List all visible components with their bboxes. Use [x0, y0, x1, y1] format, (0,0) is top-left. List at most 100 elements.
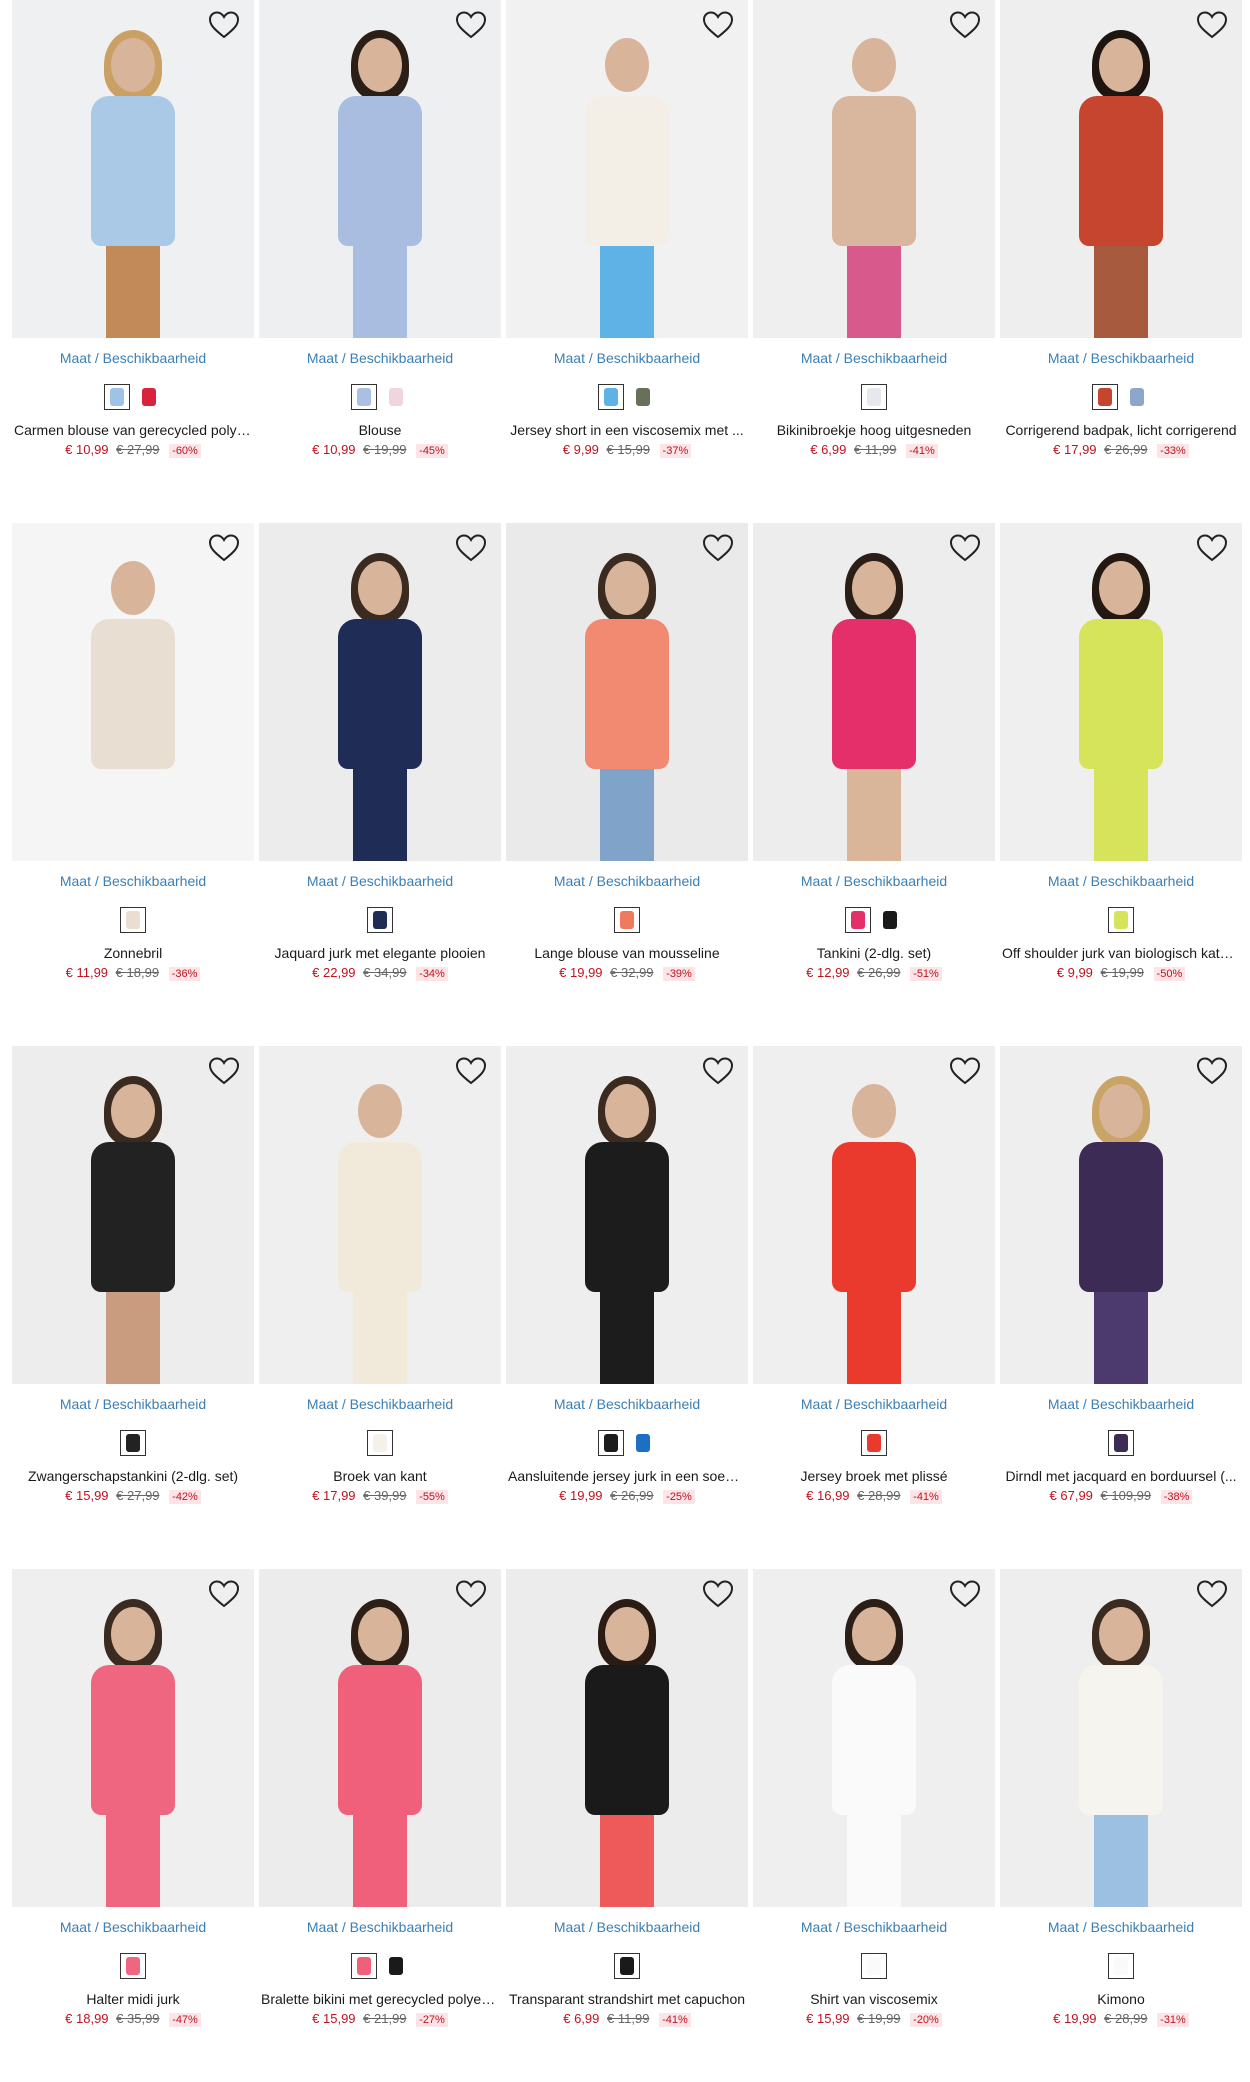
- product-image[interactable]: [12, 1569, 254, 1907]
- product-image[interactable]: [12, 0, 254, 338]
- product-image[interactable]: [259, 0, 501, 338]
- product-image[interactable]: [259, 1046, 501, 1384]
- heart-outline-icon[interactable]: [455, 1579, 487, 1609]
- product-image[interactable]: [506, 1046, 748, 1384]
- color-swatch[interactable]: [136, 384, 162, 410]
- color-swatch[interactable]: [630, 384, 656, 410]
- product-name[interactable]: Bikinibroekje hoog uitgesneden: [753, 422, 995, 438]
- product-card[interactable]: Maat / Beschikbaarheid Jersey short in e…: [506, 0, 748, 458]
- product-name[interactable]: Bralette bikini met gerecycled polyester: [259, 1991, 501, 2007]
- color-swatch[interactable]: [614, 907, 640, 933]
- product-name[interactable]: Blouse: [259, 422, 501, 438]
- color-swatch[interactable]: [383, 1953, 409, 1979]
- heart-outline-icon[interactable]: [702, 1056, 734, 1086]
- size-availability-link[interactable]: Maat / Beschikbaarheid: [12, 1396, 254, 1412]
- size-availability-link[interactable]: Maat / Beschikbaarheid: [506, 350, 748, 366]
- product-card[interactable]: Maat / Beschikbaarheid Bikinibroekje hoo…: [753, 0, 995, 458]
- product-card[interactable]: Maat / Beschikbaarheid Kimono € 19,99 € …: [1000, 1569, 1242, 2027]
- size-availability-link[interactable]: Maat / Beschikbaarheid: [506, 1396, 748, 1412]
- heart-outline-icon[interactable]: [208, 10, 240, 40]
- heart-outline-icon[interactable]: [949, 10, 981, 40]
- heart-outline-icon[interactable]: [949, 533, 981, 563]
- color-swatch[interactable]: [367, 1430, 393, 1456]
- heart-outline-icon[interactable]: [208, 1056, 240, 1086]
- product-image[interactable]: [506, 523, 748, 861]
- product-image[interactable]: [1000, 523, 1242, 861]
- color-swatch[interactable]: [877, 907, 903, 933]
- color-swatch[interactable]: [120, 1953, 146, 1979]
- product-card[interactable]: Maat / Beschikbaarheid Off shoulder jurk…: [1000, 523, 1242, 981]
- product-name[interactable]: Jersey broek met plissé: [753, 1468, 995, 1484]
- product-name[interactable]: Tankini (2-dlg. set): [753, 945, 995, 961]
- size-availability-link[interactable]: Maat / Beschikbaarheid: [1000, 1396, 1242, 1412]
- size-availability-link[interactable]: Maat / Beschikbaarheid: [259, 1396, 501, 1412]
- product-card[interactable]: Maat / Beschikbaarheid Jaquard jurk met …: [259, 523, 501, 981]
- size-availability-link[interactable]: Maat / Beschikbaarheid: [506, 1919, 748, 1935]
- heart-outline-icon[interactable]: [1196, 1579, 1228, 1609]
- size-availability-link[interactable]: Maat / Beschikbaarheid: [506, 873, 748, 889]
- size-availability-link[interactable]: Maat / Beschikbaarheid: [12, 1919, 254, 1935]
- product-name[interactable]: Transparant strandshirt met capuchon: [506, 1991, 748, 2007]
- size-availability-link[interactable]: Maat / Beschikbaarheid: [753, 1919, 995, 1935]
- color-swatch[interactable]: [120, 1430, 146, 1456]
- product-card[interactable]: Maat / Beschikbaarheid Aansluitende jers…: [506, 1046, 748, 1504]
- color-swatch[interactable]: [383, 384, 409, 410]
- heart-outline-icon[interactable]: [702, 533, 734, 563]
- product-card[interactable]: Maat / Beschikbaarheid Halter midi jurk …: [12, 1569, 254, 2027]
- color-swatch[interactable]: [861, 1430, 887, 1456]
- product-name[interactable]: Jersey short in een viscosemix met ...: [506, 422, 748, 438]
- product-name[interactable]: Aansluitende jersey jurk in een soepele …: [506, 1468, 748, 1484]
- product-card[interactable]: Maat / Beschikbaarheid Transparant stran…: [506, 1569, 748, 2027]
- product-name[interactable]: Off shoulder jurk van biologisch katoen: [1000, 945, 1242, 961]
- product-card[interactable]: Maat / Beschikbaarheid Jersey broek met …: [753, 1046, 995, 1504]
- color-swatch[interactable]: [1108, 1953, 1134, 1979]
- heart-outline-icon[interactable]: [455, 1056, 487, 1086]
- color-swatch[interactable]: [861, 384, 887, 410]
- product-name[interactable]: Zonnebril: [12, 945, 254, 961]
- color-swatch[interactable]: [104, 384, 130, 410]
- product-name[interactable]: Jaquard jurk met elegante plooien: [259, 945, 501, 961]
- product-card[interactable]: Maat / Beschikbaarheid Corrigerend badpa…: [1000, 0, 1242, 458]
- heart-outline-icon[interactable]: [208, 1579, 240, 1609]
- heart-outline-icon[interactable]: [1196, 1056, 1228, 1086]
- heart-outline-icon[interactable]: [455, 10, 487, 40]
- size-availability-link[interactable]: Maat / Beschikbaarheid: [1000, 1919, 1242, 1935]
- size-availability-link[interactable]: Maat / Beschikbaarheid: [753, 1396, 995, 1412]
- product-image[interactable]: [1000, 1569, 1242, 1907]
- product-image[interactable]: [753, 523, 995, 861]
- product-name[interactable]: Lange blouse van mousseline: [506, 945, 748, 961]
- color-swatch[interactable]: [1108, 1430, 1134, 1456]
- color-swatch[interactable]: [1108, 907, 1134, 933]
- product-image[interactable]: [12, 1046, 254, 1384]
- product-name[interactable]: Zwangerschapstankini (2-dlg. set): [12, 1468, 254, 1484]
- product-name[interactable]: Corrigerend badpak, licht corrigerend: [1000, 422, 1242, 438]
- product-card[interactable]: Maat / Beschikbaarheid Broek van kant € …: [259, 1046, 501, 1504]
- color-swatch[interactable]: [845, 907, 871, 933]
- product-image[interactable]: [753, 1046, 995, 1384]
- size-availability-link[interactable]: Maat / Beschikbaarheid: [12, 873, 254, 889]
- color-swatch[interactable]: [1092, 384, 1118, 410]
- color-swatch[interactable]: [367, 907, 393, 933]
- size-availability-link[interactable]: Maat / Beschikbaarheid: [1000, 873, 1242, 889]
- product-name[interactable]: Kimono: [1000, 1991, 1242, 2007]
- heart-outline-icon[interactable]: [949, 1579, 981, 1609]
- heart-outline-icon[interactable]: [1196, 10, 1228, 40]
- heart-outline-icon[interactable]: [1196, 533, 1228, 563]
- color-swatch[interactable]: [598, 384, 624, 410]
- product-image[interactable]: [259, 523, 501, 861]
- size-availability-link[interactable]: Maat / Beschikbaarheid: [12, 350, 254, 366]
- product-name[interactable]: Broek van kant: [259, 1468, 501, 1484]
- heart-outline-icon[interactable]: [208, 533, 240, 563]
- size-availability-link[interactable]: Maat / Beschikbaarheid: [753, 873, 995, 889]
- product-card[interactable]: Maat / Beschikbaarheid Zwangerschapstank…: [12, 1046, 254, 1504]
- color-swatch[interactable]: [1124, 384, 1150, 410]
- product-name[interactable]: Shirt van viscosemix: [753, 1991, 995, 2007]
- color-swatch[interactable]: [598, 1430, 624, 1456]
- product-card[interactable]: Maat / Beschikbaarheid Carmen blouse van…: [12, 0, 254, 458]
- product-card[interactable]: Maat / Beschikbaarheid Blouse € 10,99 € …: [259, 0, 501, 458]
- color-swatch[interactable]: [614, 1953, 640, 1979]
- size-availability-link[interactable]: Maat / Beschikbaarheid: [259, 873, 501, 889]
- product-image[interactable]: [259, 1569, 501, 1907]
- product-name[interactable]: Dirndl met jacquard en borduursel (...: [1000, 1468, 1242, 1484]
- color-swatch[interactable]: [630, 1430, 656, 1456]
